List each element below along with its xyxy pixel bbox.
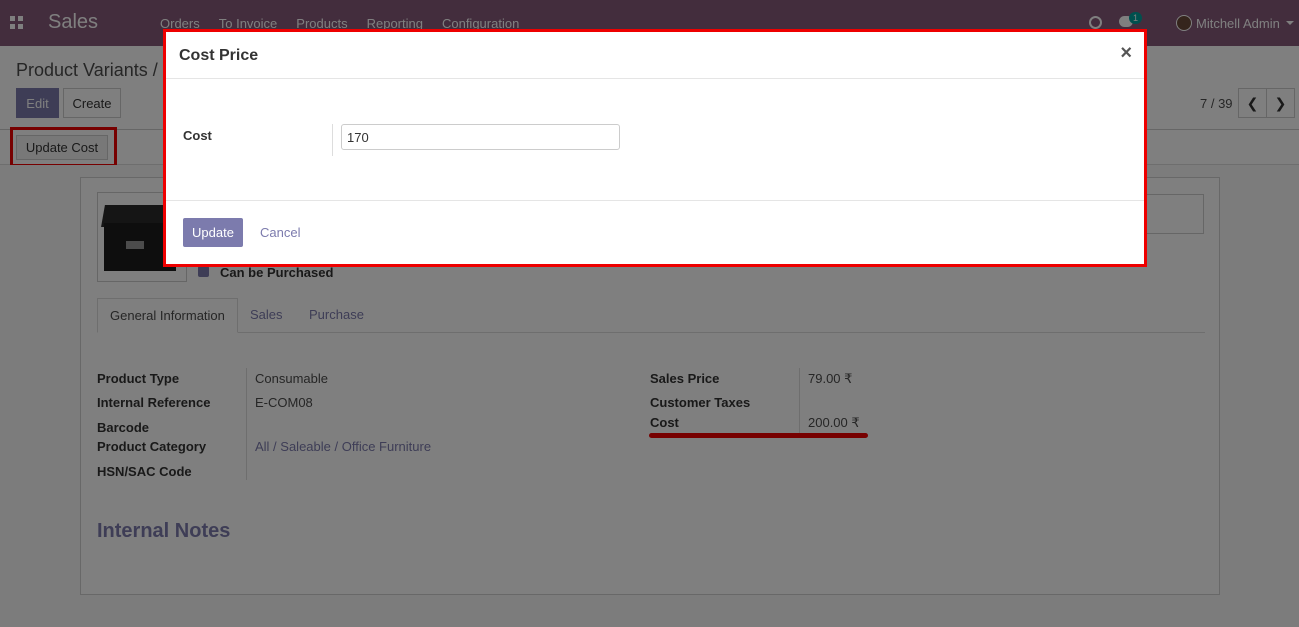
cost-price-dialog: Cost Price × Cost Update Cancel [166,32,1144,264]
cancel-button[interactable]: Cancel [260,225,300,240]
cost-input[interactable] [341,124,620,150]
modal-header: Cost Price × [166,32,1144,79]
cost-field-separator [332,124,333,156]
modal-footer: Update Cancel [166,200,1144,264]
update-button[interactable]: Update [183,218,243,247]
modal-body: Cost [166,80,1144,200]
cost-field-label: Cost [183,128,212,143]
modal-title: Cost Price [179,47,259,64]
close-icon[interactable]: × [1120,42,1132,65]
modal-highlight-frame: Cost Price × Cost Update Cancel [163,29,1147,267]
